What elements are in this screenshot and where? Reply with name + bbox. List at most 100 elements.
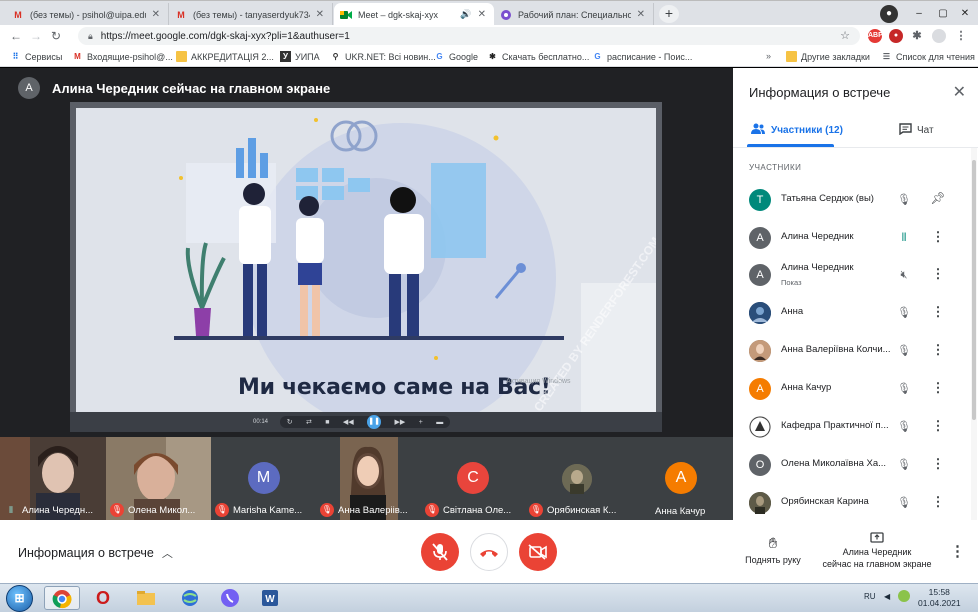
- gmail-icon: M: [177, 9, 185, 20]
- participant-row[interactable]: А Алина Чередник Показ 🔇︎ ⋮: [733, 257, 966, 293]
- tray-expand-icon[interactable]: ◀: [884, 592, 890, 601]
- pin-icon[interactable]: 📌︎: [930, 191, 946, 209]
- more-options-icon[interactable]: ⋮: [930, 266, 946, 284]
- participant-tile[interactable]: А Анна Качур: [629, 437, 733, 521]
- browser-tab[interactable]: Рабочий план: Специальности ✕: [494, 3, 654, 26]
- participant-tile[interactable]: 🎙︎ Олена Микол...: [106, 437, 211, 521]
- browser-tab-active[interactable]: Meet – dgk-skaj-xyx 🔊 ✕: [334, 3, 494, 26]
- adblock-extension-icon[interactable]: ABP: [868, 29, 883, 43]
- pause-icon[interactable]: ❚❚: [367, 415, 382, 429]
- bookmark-star-icon[interactable]: ☆: [840, 29, 850, 42]
- reading-list[interactable]: ☰ Список для чтения: [881, 51, 975, 62]
- start-button[interactable]: ⊞: [6, 585, 33, 612]
- bookmarks-bar: ⠿ Сервисы M Входящие-psihol@... АККРЕДИТ…: [0, 47, 978, 67]
- new-tab-button[interactable]: +: [659, 5, 679, 23]
- participant-tile[interactable]: ⦀ Алина Чередн...: [0, 437, 106, 521]
- bookmark-item[interactable]: G расписание - Поис...: [592, 51, 692, 62]
- extension-icon[interactable]: ●: [889, 29, 903, 43]
- participant-row[interactable]: О Олена Миколаївна Ха... 🎙︎ ⋮: [733, 447, 966, 483]
- network-icon[interactable]: [172, 586, 208, 610]
- maximize-icon[interactable]: ▢: [934, 5, 952, 23]
- forward-icon[interactable]: →: [26, 29, 46, 43]
- browser-tab[interactable]: M (без темы) - tanyaserdyuk734@ ✕: [169, 3, 333, 26]
- participant-row[interactable]: Анна Валеріївна Колчи... 🎙︎ ⋮: [733, 333, 966, 369]
- audio-playing-icon[interactable]: 🔊: [460, 9, 471, 20]
- more-options-icon[interactable]: ⋮: [930, 304, 946, 322]
- more-options-icon[interactable]: ⋮: [930, 456, 946, 474]
- bookmarks-overflow-icon[interactable]: »: [766, 51, 771, 61]
- mic-toggle-button[interactable]: [421, 533, 459, 571]
- viber-icon[interactable]: [212, 586, 248, 610]
- participant-row[interactable]: А Алина Чередник ⦀ ⋮: [733, 220, 966, 256]
- more-options-icon[interactable]: ⋮: [930, 418, 946, 436]
- close-window-icon[interactable]: ✕: [956, 5, 974, 23]
- participant-name: Кафедра Практичної п...: [781, 420, 889, 431]
- shared-screen[interactable]: Ми чекаємо саме на Вас! Активация Window…: [70, 102, 662, 432]
- close-tab-icon[interactable]: ✕: [478, 9, 486, 20]
- profile-avatar[interactable]: [932, 29, 946, 43]
- participant-tile[interactable]: M 🎙︎ Marisha Kame...: [211, 437, 316, 521]
- address-bar[interactable]: 🔒︎ https://meet.google.com/dgk-skaj-xyx?…: [78, 27, 860, 45]
- repeat-icon[interactable]: ↻: [287, 418, 293, 426]
- participant-subtitle: Показ: [781, 278, 802, 287]
- participant-row[interactable]: Кафедра Практичної п... 🎙︎ ⋮: [733, 409, 966, 445]
- close-tab-icon[interactable]: ✕: [152, 9, 160, 20]
- presenting-button[interactable]: Алина Чередник сейчас на главном экране: [818, 532, 936, 570]
- bookmark-item[interactable]: АККРЕДИТАЦІЯ 2...: [176, 51, 274, 62]
- camera-toggle-button[interactable]: [519, 533, 557, 571]
- media-control-icon[interactable]: ●: [880, 5, 898, 23]
- participant-tile[interactable]: С 🎙︎ Світлана Оле...: [421, 437, 525, 521]
- tab-people[interactable]: Участники (12): [751, 123, 843, 137]
- stop-icon[interactable]: ■: [325, 419, 329, 426]
- bookmark-item[interactable]: У УИПА: [280, 51, 320, 62]
- word-icon[interactable]: W: [252, 586, 288, 610]
- puzzle-icon[interactable]: ✱: [910, 29, 924, 43]
- bookmark-item[interactable]: ⚲ UKR.NET: Всі новин...: [330, 51, 436, 62]
- shuffle-icon[interactable]: ⇄: [306, 418, 312, 426]
- close-tab-icon[interactable]: ✕: [316, 9, 324, 20]
- google-icon: G: [594, 52, 601, 61]
- explorer-icon[interactable]: [128, 586, 164, 610]
- language-indicator[interactable]: RU: [864, 592, 876, 601]
- scrollbar-thumb[interactable]: [972, 160, 976, 420]
- more-options-icon[interactable]: ⋮: [930, 229, 946, 247]
- participant-row[interactable]: Т Татьяна Сердюк (вы) 🎙︎ 📌︎: [733, 182, 966, 218]
- opera-icon[interactable]: O: [85, 586, 121, 610]
- browser-tab[interactable]: M (без темы) - psihol@uipa.edu.ua ✕: [6, 3, 169, 26]
- player-buttons: ↻ ⇄ ■ ◀◀ ❚❚ ▶▶ + ▬: [280, 415, 450, 429]
- participant-row[interactable]: Орябинская Карина 🎙︎ ⋮: [733, 485, 966, 521]
- participant-row[interactable]: Анна 🎙︎ ⋮: [733, 295, 966, 331]
- back-icon[interactable]: ←: [6, 29, 26, 43]
- lock-icon[interactable]: 🔒︎: [88, 31, 93, 42]
- mic-off-icon: 🎙︎: [529, 503, 543, 517]
- reload-icon[interactable]: ↻: [46, 29, 66, 43]
- bookmark-apps[interactable]: ⠿ Сервисы: [10, 51, 63, 62]
- more-options-icon[interactable]: ⋮: [930, 494, 946, 512]
- bookmark-item[interactable]: ✱ Скачать бесплатно...: [487, 51, 589, 62]
- other-bookmarks[interactable]: Другие закладки: [786, 51, 870, 62]
- bookmark-item[interactable]: M Входящие-psihol@...: [72, 51, 173, 62]
- google-icon: G: [436, 52, 443, 61]
- more-options-icon[interactable]: ⋮: [930, 342, 946, 360]
- close-tab-icon[interactable]: ✕: [637, 9, 645, 20]
- forward-icon[interactable]: ▶▶: [395, 418, 406, 426]
- browser-menu-icon[interactable]: ⋮: [954, 29, 968, 43]
- more-options-icon[interactable]: ⋮: [930, 380, 946, 398]
- tab-chat[interactable]: Чат: [899, 123, 934, 138]
- more-options-icon[interactable]: ⋮: [950, 542, 965, 560]
- participant-tile[interactable]: 🎙︎ Орябинская К...: [525, 437, 629, 521]
- participant-tile[interactable]: 🎙︎ Анна Валерiiв...: [316, 437, 421, 521]
- leave-call-button[interactable]: [470, 533, 508, 571]
- minimize-icon[interactable]: –: [910, 5, 928, 23]
- chrome-icon[interactable]: [44, 586, 80, 610]
- close-icon[interactable]: ✕: [953, 82, 966, 102]
- rewind-icon[interactable]: ◀◀: [343, 418, 354, 426]
- participant-row[interactable]: А Анна Качур 🎙︎ ⋮: [733, 371, 966, 407]
- system-clock[interactable]: 15:58 01.04.2021: [918, 587, 961, 609]
- add-icon[interactable]: +: [419, 419, 423, 426]
- bookmark-item[interactable]: G Google: [434, 51, 478, 62]
- tray-app-icon[interactable]: [898, 590, 910, 602]
- volume-icon[interactable]: ▬: [436, 419, 443, 426]
- meeting-details-button[interactable]: Информация о встрече ︿: [18, 545, 173, 561]
- raise-hand-button[interactable]: ✋︎ Поднять руку: [740, 535, 806, 565]
